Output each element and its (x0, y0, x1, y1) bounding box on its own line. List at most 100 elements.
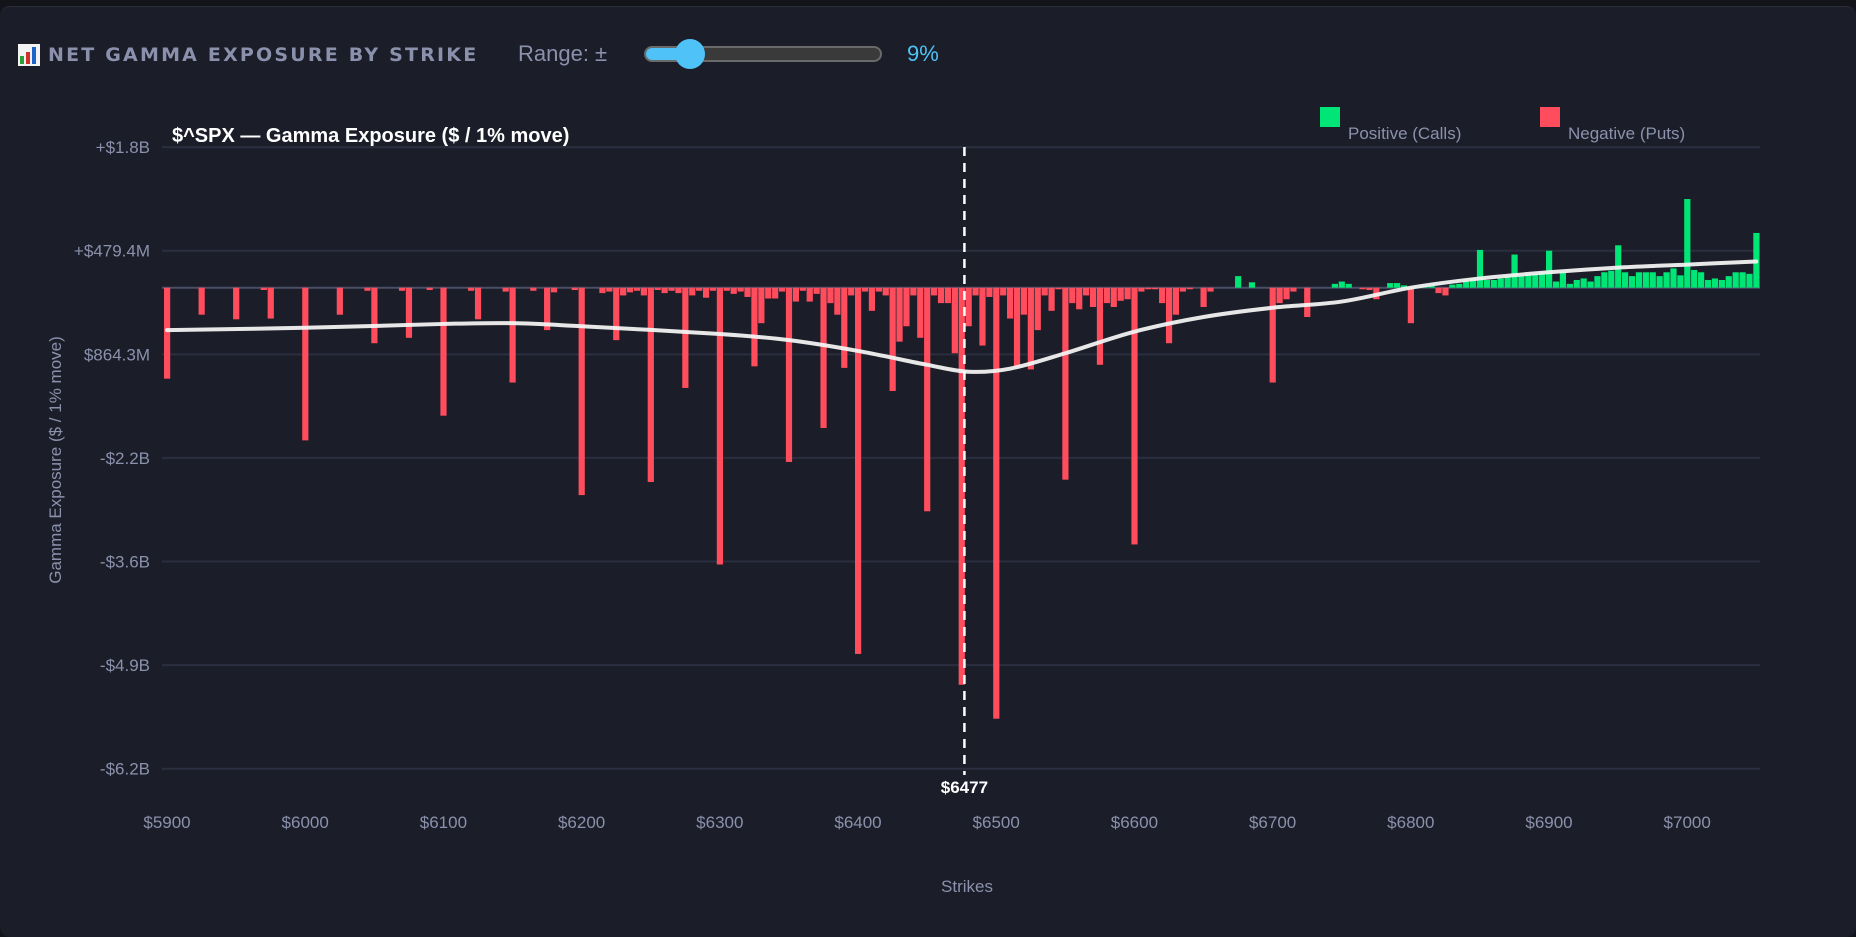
bar-strike-6315 (737, 287, 744, 292)
bar-strike-5970 (260, 287, 267, 291)
bar-strike-6515 (1013, 287, 1021, 367)
y-tick-label: -$2.2B (100, 449, 150, 468)
bar-strike-6380 (827, 287, 834, 304)
bar-strike-6275 (682, 287, 689, 388)
bar-strike-6930 (1587, 281, 1594, 288)
bar-strike-6925 (1580, 278, 1587, 288)
bar-strike-6245 (640, 287, 647, 296)
bar-strike-6470 (951, 287, 958, 354)
gamma-exposure-chart: $6477 +$1.8B +$479.4M $864.3M -$2.2B -$3.6B -… (46, 107, 1760, 896)
bar-strike-6290 (702, 287, 710, 298)
bar-strike-6765 (1359, 287, 1366, 290)
bar-strike-6990 (1670, 268, 1677, 288)
bar-strike-6225 (613, 287, 620, 341)
bar-strike-6200 (578, 287, 585, 496)
bar-strike-6270 (675, 287, 682, 294)
x-tick-label: $6700 (1249, 813, 1296, 832)
bar-strike-6525 (1027, 287, 1034, 370)
y-tick-label: +$1.8B (96, 138, 150, 157)
bar-strike-6840 (1463, 281, 1470, 288)
bar-strike-6025 (336, 287, 343, 315)
bar-strike-6395 (848, 287, 855, 296)
bar-strike-6860 (1490, 279, 1497, 288)
bar-strike-6075 (405, 287, 413, 338)
y-tick-label: $864.3M (84, 345, 150, 364)
chart-title: $^SPX — Gamma Exposure ($ / 1% move) (172, 125, 569, 147)
legend-positive-swatch (1320, 107, 1340, 127)
bar-strike-6800 (1407, 287, 1414, 324)
bar-strike-5925 (198, 287, 205, 315)
bar-strike-7020 (1711, 278, 1719, 288)
bar-strike-6305 (723, 287, 730, 291)
bar-strike-6975 (1649, 272, 1656, 288)
bar-strike-5975 (267, 287, 274, 319)
bar-strike-6685 (1248, 282, 1256, 288)
bar-strike-6610 (1145, 287, 1152, 290)
bar-strike-6220 (606, 287, 613, 292)
legend-negative-swatch (1540, 107, 1560, 127)
bar-strike-6195 (571, 287, 578, 291)
bar-strike-6125 (474, 287, 482, 320)
bar-strike-6430 (896, 287, 903, 342)
x-tick-label: $6600 (1111, 813, 1158, 832)
bar-strike-6375 (820, 287, 827, 429)
bar-strike-6850 (1476, 249, 1484, 288)
x-tick-label: $6900 (1525, 813, 1572, 832)
bar-strike-6745 (1331, 283, 1338, 288)
bar-strike-6960 (1628, 276, 1636, 288)
bar-strike-7005 (1691, 269, 1698, 288)
bar-strike-6335 (765, 287, 772, 299)
bar-strike-6535 (1041, 287, 1048, 296)
bar-strike-7015 (1704, 279, 1712, 288)
bar-strike-6365 (806, 287, 813, 302)
bar-strike-6385 (834, 287, 841, 315)
bar-strike-6640 (1186, 287, 1193, 290)
bar-strike-6595 (1124, 287, 1131, 300)
bar-strike-6450 (924, 287, 931, 512)
bar-strike-6070 (398, 287, 406, 291)
bar-strike-6700 (1269, 287, 1276, 383)
bar-strike-6490 (979, 287, 986, 346)
y-tick-label: +$479.4M (74, 242, 150, 261)
bar-strike-6440 (910, 287, 917, 296)
bar-strike-6550 (1062, 287, 1069, 480)
bar-strike-6985 (1663, 272, 1670, 288)
bar-strike-7040 (1739, 272, 1746, 288)
bar-strike-6605 (1138, 287, 1145, 292)
bar-strike-6090 (426, 287, 433, 291)
bar-strike-6725 (1304, 287, 1311, 317)
legend-negative-label: Negative (Puts) (1568, 124, 1685, 143)
bar-strike-6510 (1007, 287, 1014, 319)
x-tick-label: $6500 (973, 813, 1020, 832)
bar-strike-6710 (1283, 287, 1290, 300)
bar-strike-6485 (972, 287, 979, 296)
bar-strike-6480 (965, 287, 972, 327)
bar-strike-6100 (440, 287, 447, 416)
bar-strike-6770 (1366, 287, 1373, 291)
bar-strike-6420 (882, 287, 889, 296)
bar-strike-6915 (1566, 283, 1573, 288)
bar-strike-6570 (1089, 287, 1097, 307)
x-tick-label: $7000 (1664, 813, 1711, 832)
bar-strike-6405 (861, 287, 869, 292)
bar-strike-6360 (799, 287, 806, 291)
bar-strike-6465 (944, 287, 952, 304)
bar-strike-6435 (903, 287, 910, 327)
y-tick-label: -$6.2B (100, 760, 150, 779)
bar-strike-6655 (1207, 287, 1214, 292)
x-axis-title: Strikes (941, 877, 993, 896)
legend-positive-label: Positive (Calls) (1348, 124, 1461, 143)
bar-strike-6965 (1635, 272, 1643, 288)
bar-strike-6545 (1055, 287, 1062, 290)
bar-strike-6045 (364, 287, 371, 291)
bar-strike-6945 (1608, 270, 1615, 288)
bar-strike-6755 (1345, 283, 1352, 288)
bar-strike-6980 (1656, 276, 1663, 288)
bar-strike-6215 (599, 287, 606, 294)
bar-strike-6790 (1393, 283, 1401, 288)
bar-strike-6970 (1642, 272, 1649, 288)
bar-strike-5950 (233, 287, 240, 320)
bar-strike-6825 (1442, 287, 1449, 296)
bar-strike-6830 (1449, 284, 1456, 288)
bar-strike-6235 (626, 287, 634, 293)
